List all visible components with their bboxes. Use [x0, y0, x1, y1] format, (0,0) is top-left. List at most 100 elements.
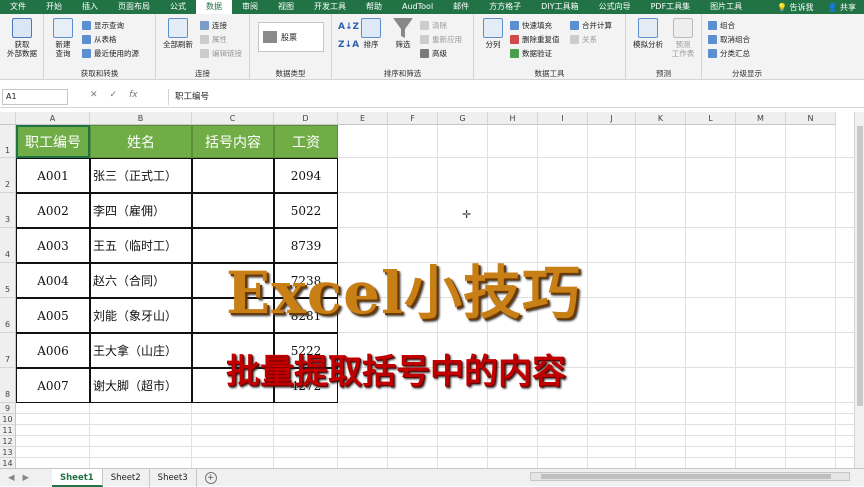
header-cell[interactable]: 括号内容: [192, 125, 274, 158]
cancel-icon[interactable]: ✕: [90, 90, 98, 100]
row-header[interactable]: 10: [0, 414, 16, 425]
text-to-columns-button[interactable]: 分列: [478, 18, 508, 49]
table-cell[interactable]: 王五（临时工）: [90, 228, 192, 263]
row-header[interactable]: 3: [0, 193, 16, 228]
sheet-tab-1[interactable]: Sheet1: [52, 468, 103, 487]
tab-diy-toolbox[interactable]: DIY工具箱: [531, 0, 588, 14]
tab-home[interactable]: 开始: [36, 0, 72, 14]
show-queries-button[interactable]: 显示查询: [82, 20, 124, 31]
tell-me-search[interactable]: 💡 告诉我: [777, 2, 814, 13]
table-cell[interactable]: A006: [16, 333, 90, 368]
column-header[interactable]: J: [588, 112, 636, 125]
what-if-analysis-button[interactable]: 模拟分析: [630, 18, 666, 49]
table-cell[interactable]: A007: [16, 368, 90, 403]
tab-formulas[interactable]: 公式: [160, 0, 196, 14]
row-header[interactable]: 2: [0, 158, 16, 193]
formula-input[interactable]: 职工编号: [168, 89, 862, 105]
function-icon[interactable]: fx: [129, 90, 138, 100]
column-header[interactable]: A: [16, 112, 90, 125]
table-cell[interactable]: 2094: [274, 158, 338, 193]
row-header[interactable]: 5: [0, 263, 16, 298]
table-cell[interactable]: 李四（雇佣）: [90, 193, 192, 228]
tab-insert[interactable]: 插入: [72, 0, 108, 14]
row-header[interactable]: 4: [0, 228, 16, 263]
column-header[interactable]: K: [636, 112, 686, 125]
tab-view[interactable]: 视图: [268, 0, 304, 14]
edit-links-button[interactable]: 编辑链接: [200, 48, 242, 59]
name-box[interactable]: A1: [2, 89, 68, 105]
reapply-button[interactable]: 重新应用: [420, 34, 462, 45]
add-sheet-button[interactable]: +: [204, 471, 217, 484]
from-table-button[interactable]: 从表格: [82, 34, 117, 45]
refresh-all-button[interactable]: 全部刷新: [160, 18, 196, 49]
ungroup-button[interactable]: 取消组合: [708, 34, 750, 45]
properties-button[interactable]: 属性: [200, 34, 227, 45]
sort-button[interactable]: 排序: [358, 18, 384, 49]
table-cell[interactable]: 赵六（合同）: [90, 263, 192, 298]
horizontal-scrollbar[interactable]: [530, 472, 850, 481]
tab-mail[interactable]: 邮件: [443, 0, 479, 14]
table-cell[interactable]: A004: [16, 263, 90, 298]
flash-fill-button[interactable]: 快速填充: [510, 20, 552, 31]
table-cell[interactable]: 张三（正式工）: [90, 158, 192, 193]
column-header[interactable]: L: [686, 112, 736, 125]
horizontal-scroll-thumb[interactable]: [541, 474, 831, 479]
header-cell[interactable]: 工资: [274, 125, 338, 158]
recent-sources-button[interactable]: 最近使用的源: [82, 48, 139, 59]
next-sheet-icon[interactable]: ▶: [23, 473, 30, 483]
relationships-button[interactable]: 关系: [570, 34, 597, 45]
column-header[interactable]: H: [488, 112, 538, 125]
header-cell[interactable]: 职工编号: [16, 125, 90, 158]
table-cell[interactable]: [192, 158, 274, 193]
header-cell[interactable]: 姓名: [90, 125, 192, 158]
row-header[interactable]: 9: [0, 403, 16, 414]
row-header[interactable]: 11: [0, 425, 16, 436]
connections-button[interactable]: 连接: [200, 20, 227, 31]
tab-pdf-tools[interactable]: PDF工具集: [641, 0, 701, 14]
filter-button[interactable]: 筛选: [390, 18, 416, 49]
column-header[interactable]: M: [736, 112, 786, 125]
column-header[interactable]: I: [538, 112, 588, 125]
table-cell[interactable]: 刘能（象牙山）: [90, 298, 192, 333]
remove-duplicates-button[interactable]: 删除重复值: [510, 34, 560, 45]
table-cell[interactable]: A005: [16, 298, 90, 333]
row-header[interactable]: 13: [0, 447, 16, 458]
table-cell[interactable]: 王大拿（山庄）: [90, 333, 192, 368]
table-cell[interactable]: 5022: [274, 193, 338, 228]
column-header[interactable]: N: [786, 112, 836, 125]
advanced-button[interactable]: 高级: [420, 48, 447, 59]
get-external-data-button[interactable]: 获取 外部数据: [4, 18, 40, 58]
share-button[interactable]: 👤 共享: [827, 2, 856, 13]
forecast-sheet-button[interactable]: 预测 工作表: [668, 18, 698, 58]
table-cell[interactable]: A002: [16, 193, 90, 228]
table-cell[interactable]: A001: [16, 158, 90, 193]
sort-desc-button[interactable]: Z↓A: [338, 40, 359, 50]
tab-developer[interactable]: 开发工具: [304, 0, 356, 14]
vertical-scrollbar[interactable]: [854, 112, 864, 468]
stocks-gallery[interactable]: 股票: [258, 22, 324, 52]
tab-help[interactable]: 帮助: [356, 0, 392, 14]
group-command-button[interactable]: 组合: [708, 20, 735, 31]
table-cell[interactable]: 谢大脚（超市）: [90, 368, 192, 403]
column-header[interactable]: B: [90, 112, 192, 125]
select-all-corner[interactable]: [0, 112, 16, 125]
clear-button[interactable]: 清除: [420, 20, 447, 31]
column-header[interactable]: G: [438, 112, 488, 125]
row-header[interactable]: 12: [0, 436, 16, 447]
tab-page-layout[interactable]: 页面布局: [108, 0, 160, 14]
table-cell[interactable]: [192, 193, 274, 228]
table-cell[interactable]: A003: [16, 228, 90, 263]
tab-data[interactable]: 数据: [196, 0, 232, 14]
column-header[interactable]: D: [274, 112, 338, 125]
tab-review[interactable]: 审阅: [232, 0, 268, 14]
tab-ffcell[interactable]: 方方格子: [479, 0, 531, 14]
sheet-tab-2[interactable]: Sheet2: [103, 468, 150, 487]
row-header[interactable]: 6: [0, 298, 16, 333]
tab-image-tools[interactable]: 图片工具: [700, 0, 752, 14]
vertical-scroll-thumb[interactable]: [857, 126, 863, 406]
consolidate-button[interactable]: 合并计算: [570, 20, 612, 31]
row-header[interactable]: 8: [0, 368, 16, 403]
row-header[interactable]: 1: [0, 125, 16, 158]
row-header[interactable]: 14: [0, 458, 16, 468]
enter-icon[interactable]: ✓: [110, 90, 118, 100]
